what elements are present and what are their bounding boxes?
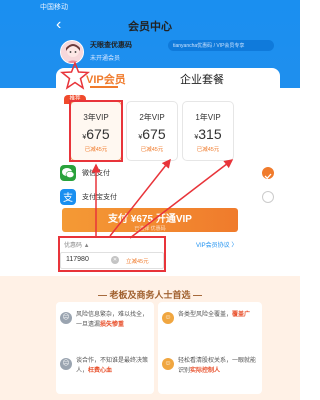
annotation-arrows: [91, 158, 234, 239]
